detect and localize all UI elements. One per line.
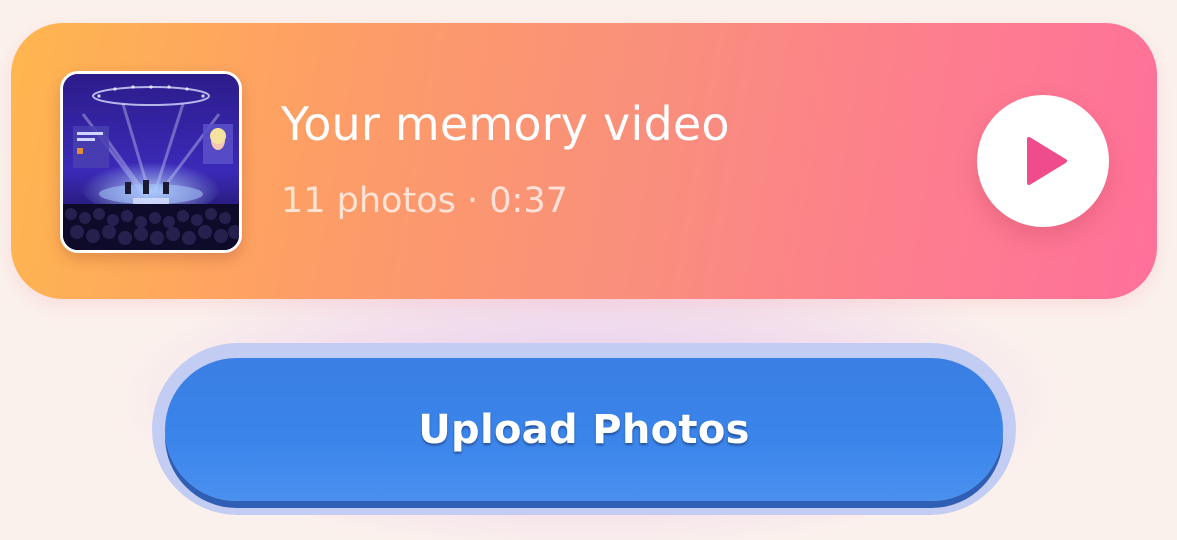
upload-photos-button[interactable]: Upload Photos bbox=[165, 358, 1003, 501]
play-button[interactable] bbox=[977, 95, 1109, 227]
video-duration: 0:37 bbox=[489, 181, 568, 221]
video-title: Your memory video bbox=[281, 97, 730, 151]
memory-video-card[interactable]: Your memory video 11 photos · 0:37 bbox=[11, 23, 1157, 299]
video-meta: 11 photos · 0:37 bbox=[281, 181, 568, 221]
video-thumbnail bbox=[60, 71, 242, 253]
photo-count: 11 photos bbox=[281, 181, 456, 221]
upload-photos-label: Upload Photos bbox=[418, 406, 750, 453]
meta-separator: · bbox=[467, 181, 479, 221]
play-icon bbox=[1027, 137, 1067, 185]
